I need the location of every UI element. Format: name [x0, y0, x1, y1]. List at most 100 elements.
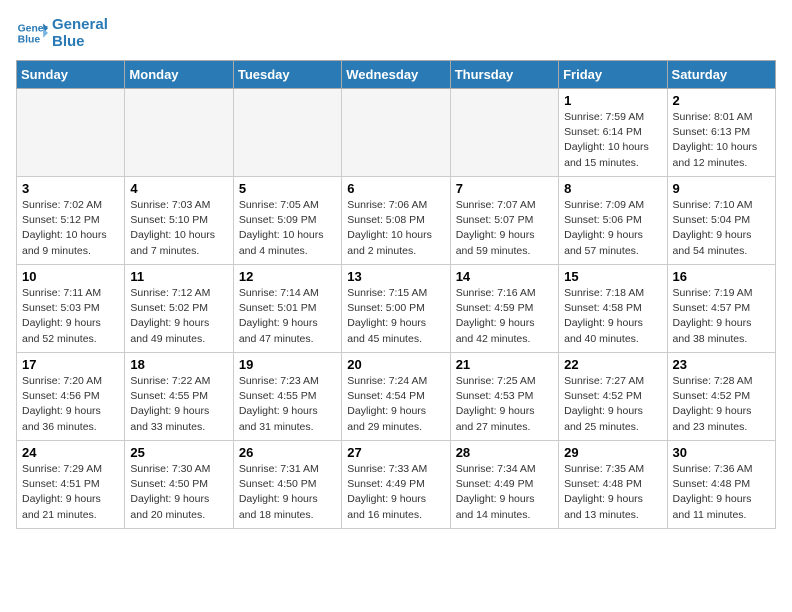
day-number: 21	[456, 357, 553, 372]
calendar-cell	[450, 89, 558, 177]
day-info: Sunrise: 7:10 AMSunset: 5:04 PMDaylight:…	[673, 198, 770, 259]
calendar-cell	[342, 89, 450, 177]
page-header: General Blue GeneralBlue	[16, 16, 776, 50]
calendar-cell	[17, 89, 125, 177]
day-number: 24	[22, 445, 119, 460]
calendar-cell: 29 Sunrise: 7:35 AMSunset: 4:48 PMDayligh…	[559, 441, 667, 529]
day-info: Sunrise: 7:29 AMSunset: 4:51 PMDaylight:…	[22, 462, 119, 523]
calendar-cell: 26 Sunrise: 7:31 AMSunset: 4:50 PMDayligh…	[233, 441, 341, 529]
day-number: 3	[22, 181, 119, 196]
day-number: 18	[130, 357, 227, 372]
day-info: Sunrise: 7:28 AMSunset: 4:52 PMDaylight:…	[673, 374, 770, 435]
svg-text:Blue: Blue	[18, 35, 41, 46]
calendar-cell: 13Sunrise: 7:15 AMSunset: 5:00 PMDayligh…	[342, 265, 450, 353]
calendar-week-4: 24 Sunrise: 7:29 AMSunset: 4:51 PMDayligh…	[17, 441, 776, 529]
calendar-cell: 20Sunrise: 7:24 AMSunset: 4:54 PMDayligh…	[342, 353, 450, 441]
day-info: Sunrise: 7:09 AMSunset: 5:06 PMDaylight:…	[564, 198, 661, 259]
day-number: 20	[347, 357, 444, 372]
calendar-cell: 30 Sunrise: 7:36 AMSunset: 4:48 PMDayligh…	[667, 441, 775, 529]
day-info: Sunrise: 7:14 AMSunset: 5:01 PMDaylight:…	[239, 286, 336, 347]
day-number: 5	[239, 181, 336, 196]
calendar-cell: 18 Sunrise: 7:22 AMSunset: 4:55 PMDayligh…	[125, 353, 233, 441]
day-info: Sunrise: 7:33 AMSunset: 4:49 PMDaylight:…	[347, 462, 444, 523]
calendar-cell: 4 Sunrise: 7:03 AMSunset: 5:10 PMDaylight…	[125, 177, 233, 265]
day-info: Sunrise: 7:12 AMSunset: 5:02 PMDaylight:…	[130, 286, 227, 347]
calendar-cell: 11Sunrise: 7:12 AMSunset: 5:02 PMDayligh…	[125, 265, 233, 353]
day-number: 10	[22, 269, 119, 284]
day-number: 12	[239, 269, 336, 284]
weekday-header-sunday: Sunday	[17, 61, 125, 89]
calendar-cell: 10 Sunrise: 7:11 AMSunset: 5:03 PMDayligh…	[17, 265, 125, 353]
day-info: Sunrise: 7:05 AMSunset: 5:09 PMDaylight:…	[239, 198, 336, 259]
weekday-header-saturday: Saturday	[667, 61, 775, 89]
calendar-table: SundayMondayTuesdayWednesdayThursdayFrid…	[16, 60, 776, 529]
day-info: Sunrise: 7:16 AMSunset: 4:59 PMDaylight:…	[456, 286, 553, 347]
day-number: 14	[456, 269, 553, 284]
day-info: Sunrise: 7:18 AMSunset: 4:58 PMDaylight:…	[564, 286, 661, 347]
day-info: Sunrise: 7:35 AMSunset: 4:48 PMDaylight:…	[564, 462, 661, 523]
calendar-week-2: 10 Sunrise: 7:11 AMSunset: 5:03 PMDayligh…	[17, 265, 776, 353]
day-number: 13	[347, 269, 444, 284]
day-info: Sunrise: 7:22 AMSunset: 4:55 PMDaylight:…	[130, 374, 227, 435]
day-info: Sunrise: 7:11 AMSunset: 5:03 PMDaylight:…	[22, 286, 119, 347]
day-number: 8	[564, 181, 661, 196]
calendar-cell: 8 Sunrise: 7:09 AMSunset: 5:06 PMDaylight…	[559, 177, 667, 265]
calendar-cell: 2 Sunrise: 8:01 AMSunset: 6:13 PMDaylight…	[667, 89, 775, 177]
day-info: Sunrise: 7:27 AMSunset: 4:52 PMDaylight:…	[564, 374, 661, 435]
day-number: 27	[347, 445, 444, 460]
day-info: Sunrise: 7:31 AMSunset: 4:50 PMDaylight:…	[239, 462, 336, 523]
calendar-cell: 6 Sunrise: 7:06 AMSunset: 5:08 PMDaylight…	[342, 177, 450, 265]
day-number: 26	[239, 445, 336, 460]
day-info: Sunrise: 7:07 AMSunset: 5:07 PMDaylight:…	[456, 198, 553, 259]
day-info: Sunrise: 7:34 AMSunset: 4:49 PMDaylight:…	[456, 462, 553, 523]
day-number: 16	[673, 269, 770, 284]
day-number: 25	[130, 445, 227, 460]
logo-icon: General Blue	[16, 17, 48, 49]
calendar-cell: 25Sunrise: 7:30 AMSunset: 4:50 PMDayligh…	[125, 441, 233, 529]
day-number: 30	[673, 445, 770, 460]
day-number: 4	[130, 181, 227, 196]
calendar-cell: 14 Sunrise: 7:16 AMSunset: 4:59 PMDayligh…	[450, 265, 558, 353]
calendar-cell	[125, 89, 233, 177]
day-info: Sunrise: 7:36 AMSunset: 4:48 PMDaylight:…	[673, 462, 770, 523]
weekday-header-friday: Friday	[559, 61, 667, 89]
day-number: 9	[673, 181, 770, 196]
day-info: Sunrise: 7:59 AMSunset: 6:14 PMDaylight:…	[564, 110, 661, 171]
calendar-cell: 9 Sunrise: 7:10 AMSunset: 5:04 PMDaylight…	[667, 177, 775, 265]
day-info: Sunrise: 8:01 AMSunset: 6:13 PMDaylight:…	[673, 110, 770, 171]
calendar-cell: 12 Sunrise: 7:14 AMSunset: 5:01 PMDayligh…	[233, 265, 341, 353]
day-number: 1	[564, 93, 661, 108]
day-number: 2	[673, 93, 770, 108]
weekday-header-monday: Monday	[125, 61, 233, 89]
day-number: 17	[22, 357, 119, 372]
calendar-cell	[233, 89, 341, 177]
calendar-cell: 5 Sunrise: 7:05 AMSunset: 5:09 PMDaylight…	[233, 177, 341, 265]
day-number: 15	[564, 269, 661, 284]
calendar-week-1: 3 Sunrise: 7:02 AMSunset: 5:12 PMDaylight…	[17, 177, 776, 265]
day-number: 22	[564, 357, 661, 372]
day-number: 6	[347, 181, 444, 196]
day-info: Sunrise: 7:03 AMSunset: 5:10 PMDaylight:…	[130, 198, 227, 259]
day-info: Sunrise: 7:06 AMSunset: 5:08 PMDaylight:…	[347, 198, 444, 259]
weekday-header-tuesday: Tuesday	[233, 61, 341, 89]
calendar-cell: 28 Sunrise: 7:34 AMSunset: 4:49 PMDayligh…	[450, 441, 558, 529]
day-number: 28	[456, 445, 553, 460]
logo: General Blue GeneralBlue	[16, 16, 108, 50]
calendar-cell: 19 Sunrise: 7:23 AMSunset: 4:55 PMDayligh…	[233, 353, 341, 441]
calendar-cell: 7 Sunrise: 7:07 AMSunset: 5:07 PMDaylight…	[450, 177, 558, 265]
day-info: Sunrise: 7:23 AMSunset: 4:55 PMDaylight:…	[239, 374, 336, 435]
day-number: 19	[239, 357, 336, 372]
calendar-cell: 22 Sunrise: 7:27 AMSunset: 4:52 PMDayligh…	[559, 353, 667, 441]
calendar-cell: 17 Sunrise: 7:20 AMSunset: 4:56 PMDayligh…	[17, 353, 125, 441]
calendar-cell: 24 Sunrise: 7:29 AMSunset: 4:51 PMDayligh…	[17, 441, 125, 529]
day-info: Sunrise: 7:02 AMSunset: 5:12 PMDaylight:…	[22, 198, 119, 259]
day-number: 29	[564, 445, 661, 460]
day-info: Sunrise: 7:20 AMSunset: 4:56 PMDaylight:…	[22, 374, 119, 435]
calendar-cell: 15 Sunrise: 7:18 AMSunset: 4:58 PMDayligh…	[559, 265, 667, 353]
calendar-cell: 27 Sunrise: 7:33 AMSunset: 4:49 PMDayligh…	[342, 441, 450, 529]
day-number: 7	[456, 181, 553, 196]
day-number: 23	[673, 357, 770, 372]
calendar-cell: 1 Sunrise: 7:59 AMSunset: 6:14 PMDaylight…	[559, 89, 667, 177]
calendar-cell: 23 Sunrise: 7:28 AMSunset: 4:52 PMDayligh…	[667, 353, 775, 441]
weekday-header-wednesday: Wednesday	[342, 61, 450, 89]
